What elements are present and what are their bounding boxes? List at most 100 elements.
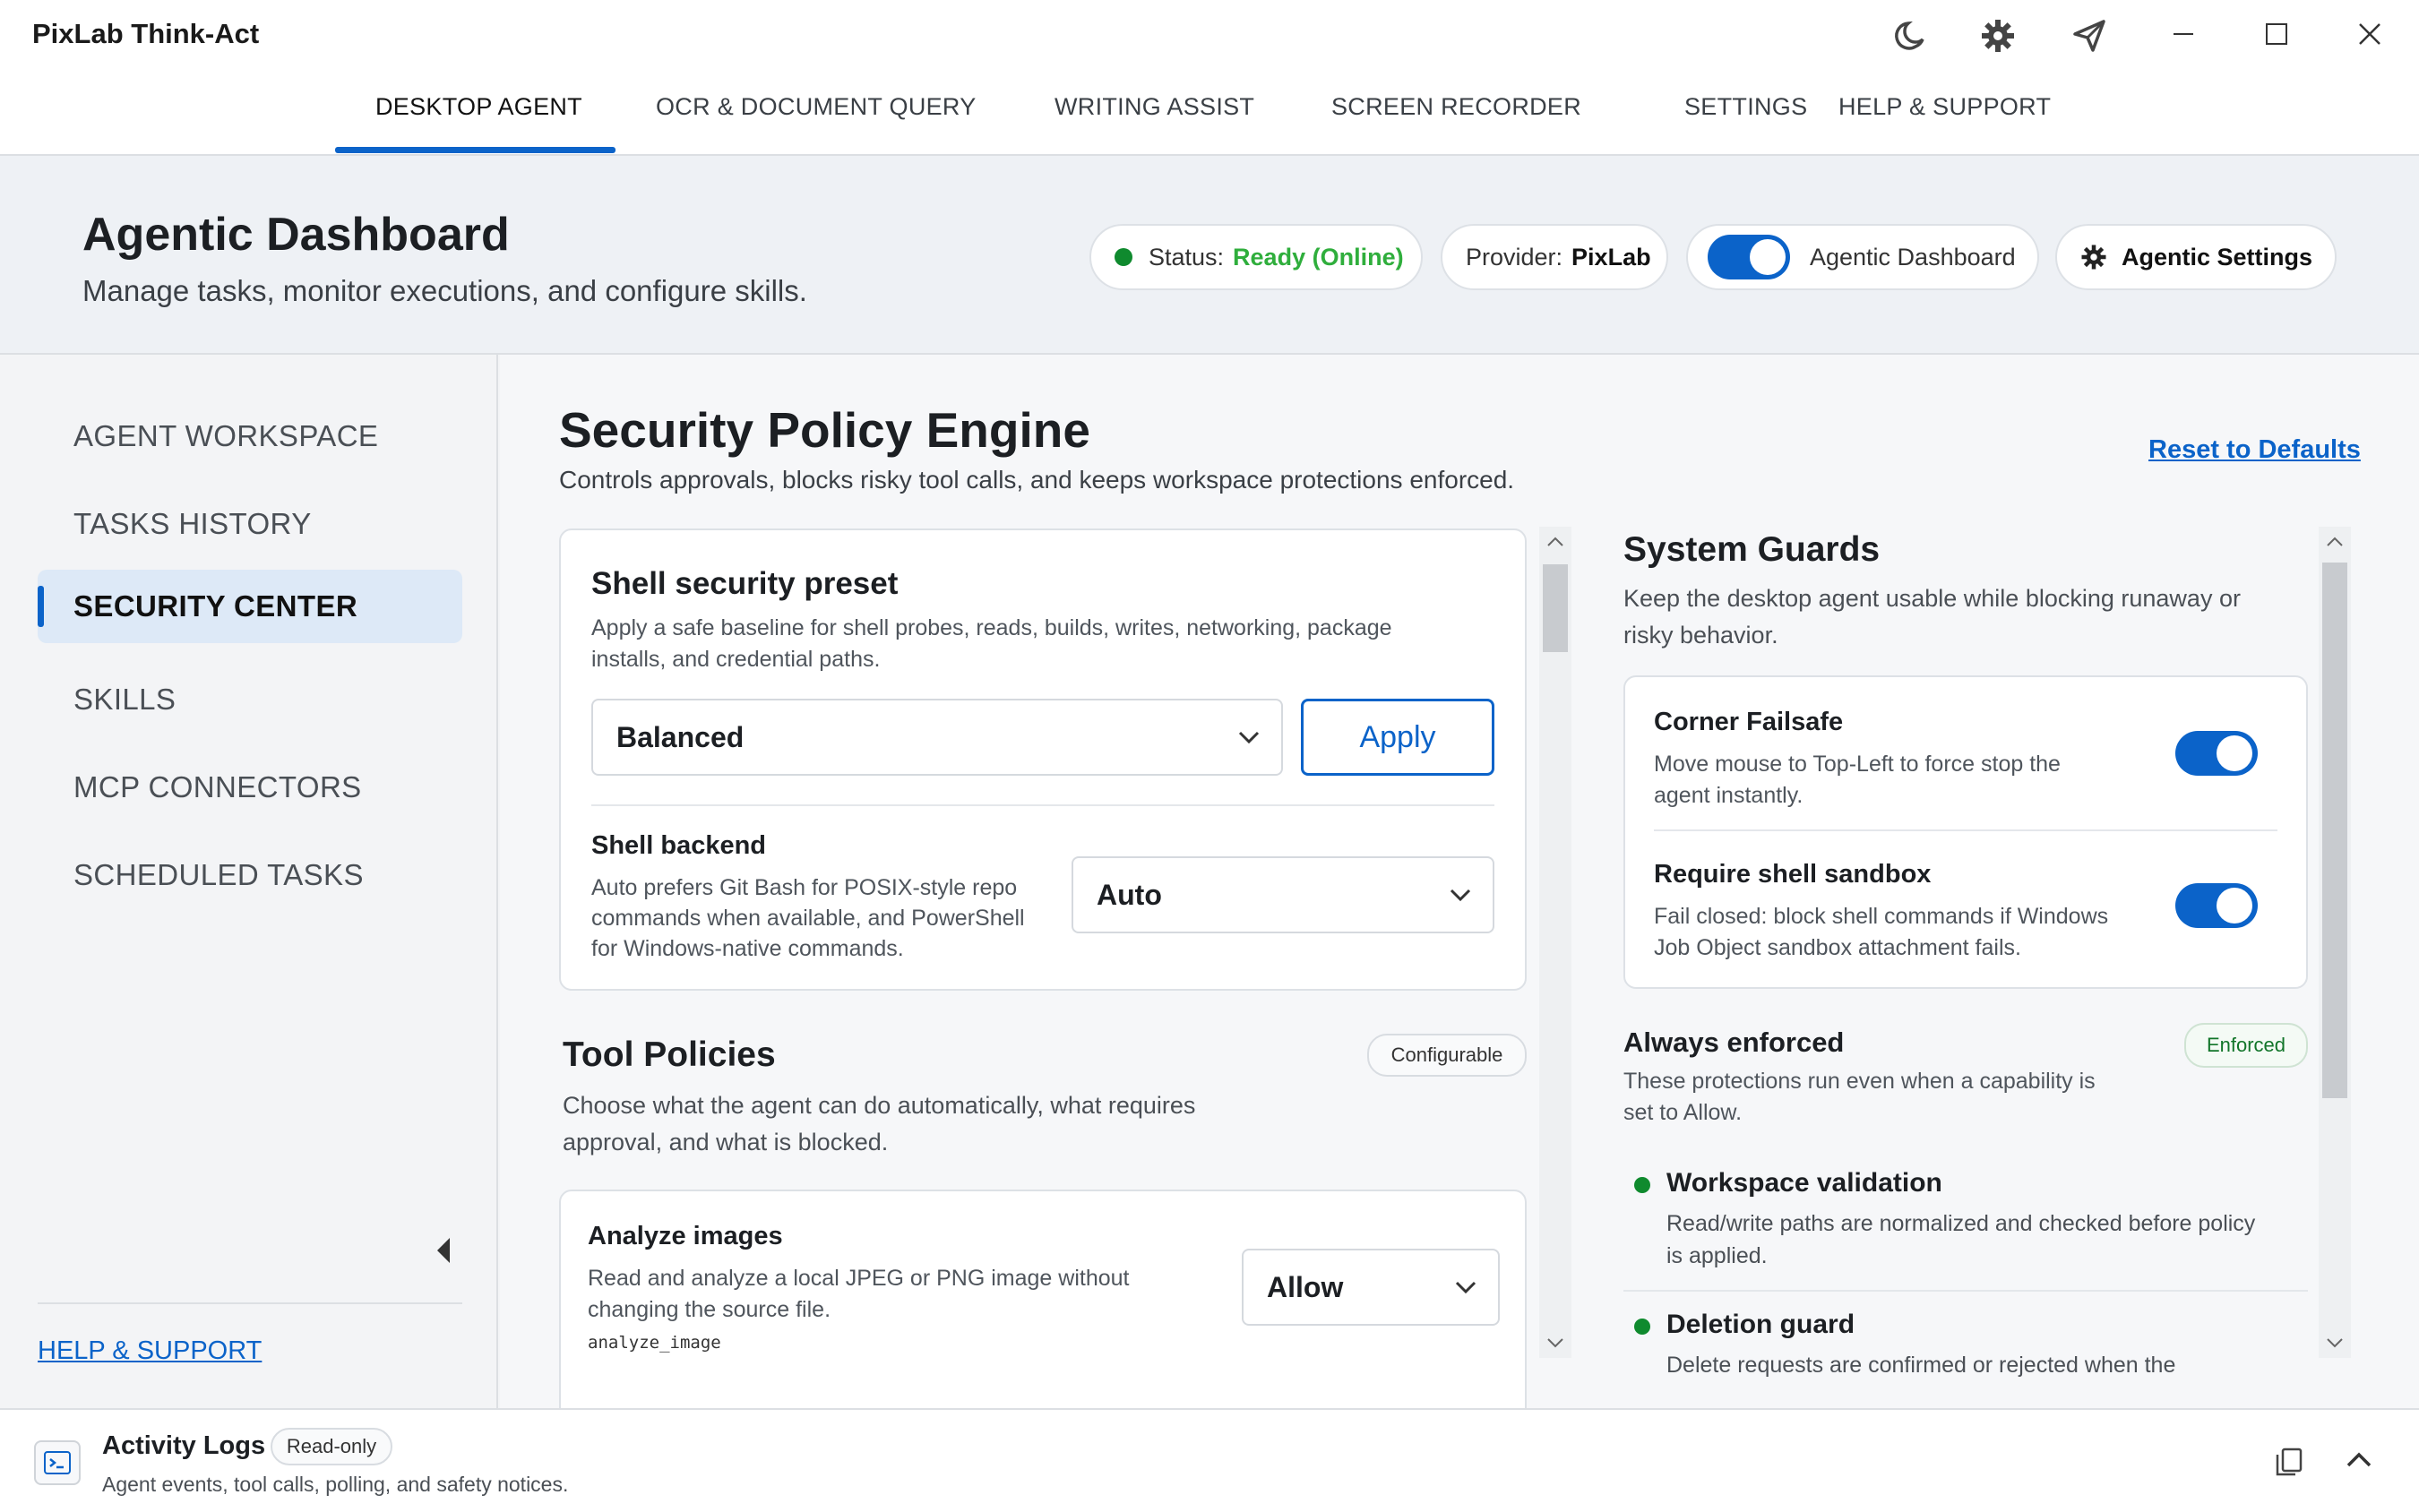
tab-writing-assist[interactable]: WRITING ASSIST: [1055, 93, 1254, 121]
agentic-settings-label: Agentic Settings: [2122, 243, 2313, 271]
shell-preset-select[interactable]: Balanced: [591, 699, 1283, 776]
corner-failsafe-toggle[interactable]: [2175, 731, 2258, 776]
scroll-down-icon[interactable]: [2325, 1336, 2345, 1349]
tab-screen-recorder[interactable]: SCREEN RECORDER: [1331, 93, 1581, 121]
enforced-badge: Enforced: [2184, 1023, 2308, 1068]
shell-backend-selected: Auto: [1097, 878, 1162, 911]
shell-preset-desc-line2: installs, and credential paths.: [591, 647, 881, 672]
agentic-dashboard-toggle-pill: Agentic Dashboard: [1686, 224, 2039, 290]
status-label: Status:: [1149, 243, 1225, 271]
chevron-down-icon: [1455, 1281, 1476, 1294]
system-guards-title: System Guards: [1623, 530, 1881, 569]
guard-desc-corner-failsafe-line2: agent instantly.: [1654, 783, 1803, 808]
page-title: Agentic Dashboard: [82, 209, 510, 261]
agentic-dashboard-toggle-label: Agentic Dashboard: [1810, 243, 2016, 271]
tool-policies-desc-line1: Choose what the agent can do automatical…: [563, 1092, 1196, 1119]
tool-policy-desc-line2: changing the source file.: [588, 1297, 831, 1322]
tool-policies-desc-line2: approval, and what is blocked.: [563, 1129, 889, 1155]
left-column-scroll-thumb[interactable]: [1543, 564, 1568, 652]
guard-desc-corner-failsafe-line1: Move mouse to Top-Left to force stop the: [1654, 752, 2061, 777]
sidebar-item-tasks-history[interactable]: TASKS HISTORY: [38, 487, 462, 561]
tab-ocr-document-query[interactable]: OCR & DOCUMENT QUERY: [656, 93, 977, 121]
shell-preset-title: Shell security preset: [591, 566, 899, 601]
tool-policy-select[interactable]: Allow: [1242, 1249, 1500, 1326]
scroll-down-icon[interactable]: [1545, 1336, 1565, 1349]
protection-bullet: [1634, 1177, 1650, 1193]
sidebar-item-scheduled-tasks[interactable]: SCHEDULED TASKS: [38, 838, 462, 912]
shell-backend-desc-line3: for Windows-native commands.: [591, 936, 904, 961]
system-guards-card: Corner Failsafe Move mouse to Top-Left t…: [1623, 675, 2308, 989]
title-bar: PixLab Think-Act: [0, 0, 2419, 66]
provider-pill: Provider: PixLab: [1441, 224, 1668, 290]
send-icon[interactable]: [2066, 13, 2113, 59]
shell-backend-desc-line2: commands when available, and PowerShell: [591, 906, 1025, 931]
collapse-sidebar-icon[interactable]: [434, 1236, 453, 1265]
minimize-button[interactable]: [2152, 9, 2215, 59]
tab-settings[interactable]: SETTINGS: [1684, 93, 1807, 121]
tab-help-support[interactable]: HELP & SUPPORT: [1838, 93, 2051, 121]
terminal-icon: [34, 1440, 81, 1485]
moon-icon[interactable]: [1887, 13, 1933, 59]
scroll-up-icon[interactable]: [1545, 536, 1565, 548]
section-subtitle: Controls approvals, blocks risky tool ca…: [559, 466, 1515, 494]
sidebar-item-security-center[interactable]: SECURITY CENTER: [38, 570, 462, 643]
always-enforced-title: Always enforced: [1623, 1027, 1845, 1058]
chevron-down-icon: [1238, 731, 1260, 744]
scroll-up-icon[interactable]: [2325, 536, 2345, 548]
protection-desc-deletion-guard-line1: Delete requests are confirmed or rejecte…: [1666, 1353, 2176, 1378]
shell-backend-title: Shell backend: [591, 831, 767, 860]
status-pill: Status: Ready (Online): [1089, 224, 1423, 290]
shell-preset-desc-line1: Apply a safe baseline for shell probes, …: [591, 615, 1392, 640]
active-tab-indicator: [335, 147, 616, 153]
right-column-scroll-thumb[interactable]: [2322, 563, 2347, 1098]
chevron-down-icon: [1450, 889, 1471, 902]
status-value: Ready (Online): [1233, 243, 1404, 271]
protection-title-deletion-guard: Deletion guard: [1666, 1310, 1855, 1339]
provider-value: PixLab: [1571, 243, 1651, 271]
agentic-dashboard-toggle[interactable]: [1708, 235, 1790, 279]
dashboard-header: Agentic Dashboard Manage tasks, monitor …: [0, 156, 2419, 355]
section-title: Security Policy Engine: [559, 402, 1090, 458]
tool-policy-desc-line1: Read and analyze a local JPEG or PNG ima…: [588, 1266, 1130, 1291]
always-enforced-desc-line1: These protections run even when a capabi…: [1623, 1069, 2096, 1094]
close-button[interactable]: [2338, 9, 2401, 59]
maximize-button[interactable]: [2245, 9, 2308, 59]
activity-logs-subtitle: Agent events, tool calls, polling, and s…: [102, 1473, 569, 1496]
shell-backend-desc-line1: Auto prefers Git Bash for POSIX-style re…: [591, 875, 1018, 900]
gear-icon[interactable]: [1975, 13, 2021, 59]
apply-preset-button[interactable]: Apply: [1301, 699, 1494, 776]
reset-to-defaults-link[interactable]: Reset to Defaults: [2148, 435, 2361, 465]
page-subtitle: Manage tasks, monitor executions, and co…: [82, 274, 807, 307]
shell-preset-selected: Balanced: [616, 720, 745, 753]
gear-icon: [2081, 245, 2106, 270]
sidebar-item-mcp-connectors[interactable]: MCP CONNECTORS: [38, 751, 462, 824]
tool-policy-selected: Allow: [1267, 1270, 1344, 1303]
shell-sandbox-toggle[interactable]: [2175, 883, 2258, 928]
always-enforced-desc-line2: set to Allow.: [1623, 1100, 1743, 1125]
activity-logs-bar[interactable]: Activity Logs Read-only Agent events, to…: [0, 1408, 2419, 1512]
protection-divider: [1623, 1290, 2308, 1292]
protection-desc-workspace-validation-line1: Read/write paths are normalized and chec…: [1666, 1211, 2256, 1236]
app-title: PixLab Think-Act: [32, 18, 260, 49]
guard-desc-shell-sandbox-line1: Fail closed: block shell commands if Win…: [1654, 904, 2109, 929]
copy-icon[interactable]: [2274, 1446, 2304, 1478]
agentic-settings-button[interactable]: Agentic Settings: [2055, 224, 2337, 290]
protection-desc-workspace-validation-line2: is applied.: [1666, 1243, 1768, 1268]
sidebar-divider: [38, 1302, 462, 1304]
activity-logs-title: Activity Logs: [102, 1431, 266, 1460]
read-only-badge: Read-only: [271, 1428, 392, 1465]
guard-desc-shell-sandbox-line2: Job Object sandbox attachment fails.: [1654, 935, 2021, 960]
status-dot: [1115, 248, 1132, 266]
protection-bullet: [1634, 1319, 1650, 1335]
provider-label: Provider:: [1466, 243, 1563, 271]
sidebar-help-link[interactable]: HELP & SUPPORT: [38, 1336, 262, 1366]
sidebar-item-skills[interactable]: SKILLS: [38, 663, 462, 736]
sidebar-item-agent-workspace[interactable]: AGENT WORKSPACE: [38, 399, 462, 473]
protection-title-workspace-validation: Workspace validation: [1666, 1168, 1942, 1198]
shell-preset-card: Shell security preset Apply a safe basel…: [559, 528, 1527, 991]
tab-desktop-agent[interactable]: DESKTOP AGENT: [375, 93, 582, 121]
shell-backend-select[interactable]: Auto: [1072, 856, 1494, 933]
tool-policy-title: Analyze images: [588, 1222, 783, 1250]
sidebar: AGENT WORKSPACE TASKS HISTORY SECURITY C…: [0, 355, 498, 1408]
expand-logs-icon[interactable]: [2344, 1448, 2374, 1473]
